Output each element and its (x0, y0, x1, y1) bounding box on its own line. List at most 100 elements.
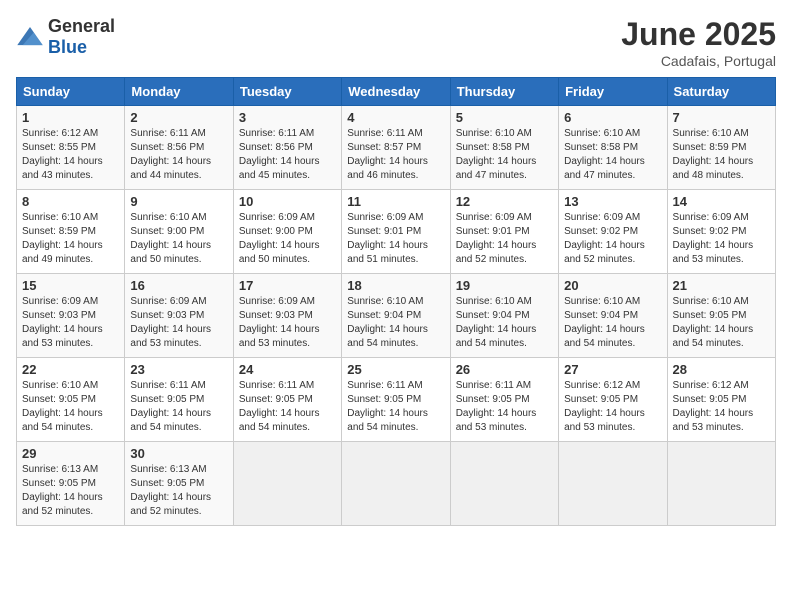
day-number: 10 (239, 194, 336, 209)
calendar-cell: 3 Sunrise: 6:11 AM Sunset: 8:56 PM Dayli… (233, 106, 341, 190)
calendar-cell: 28 Sunrise: 6:12 AM Sunset: 9:05 PM Dayl… (667, 358, 775, 442)
weekday-header-saturday: Saturday (667, 78, 775, 106)
day-number: 2 (130, 110, 227, 125)
logo: General Blue (16, 16, 115, 58)
calendar-cell (233, 442, 341, 526)
page-header: General Blue June 2025 Cadafais, Portuga… (16, 16, 776, 69)
day-number: 22 (22, 362, 119, 377)
day-info: Sunrise: 6:12 AM Sunset: 9:05 PM Dayligh… (673, 379, 770, 435)
day-number: 4 (347, 110, 444, 125)
calendar-cell: 12 Sunrise: 6:09 AM Sunset: 9:01 PM Dayl… (450, 190, 558, 274)
day-number: 13 (564, 194, 661, 209)
calendar-cell: 14 Sunrise: 6:09 AM Sunset: 9:02 PM Dayl… (667, 190, 775, 274)
day-info: Sunrise: 6:09 AM Sunset: 9:03 PM Dayligh… (130, 295, 227, 351)
day-number: 17 (239, 278, 336, 293)
calendar-cell: 9 Sunrise: 6:10 AM Sunset: 9:00 PM Dayli… (125, 190, 233, 274)
day-number: 1 (22, 110, 119, 125)
calendar-cell: 23 Sunrise: 6:11 AM Sunset: 9:05 PM Dayl… (125, 358, 233, 442)
day-info: Sunrise: 6:10 AM Sunset: 9:05 PM Dayligh… (22, 379, 119, 435)
calendar-cell (450, 442, 558, 526)
calendar-cell (342, 442, 450, 526)
calendar-cell: 21 Sunrise: 6:10 AM Sunset: 9:05 PM Dayl… (667, 274, 775, 358)
day-number: 3 (239, 110, 336, 125)
month-title: June 2025 (621, 16, 776, 53)
day-info: Sunrise: 6:11 AM Sunset: 9:05 PM Dayligh… (347, 379, 444, 435)
calendar-cell: 2 Sunrise: 6:11 AM Sunset: 8:56 PM Dayli… (125, 106, 233, 190)
calendar-cell: 16 Sunrise: 6:09 AM Sunset: 9:03 PM Dayl… (125, 274, 233, 358)
calendar-week-row: 22 Sunrise: 6:10 AM Sunset: 9:05 PM Dayl… (17, 358, 776, 442)
calendar-cell: 7 Sunrise: 6:10 AM Sunset: 8:59 PM Dayli… (667, 106, 775, 190)
day-number: 24 (239, 362, 336, 377)
day-number: 8 (22, 194, 119, 209)
day-number: 23 (130, 362, 227, 377)
calendar-cell: 8 Sunrise: 6:10 AM Sunset: 8:59 PM Dayli… (17, 190, 125, 274)
title-area: June 2025 Cadafais, Portugal (621, 16, 776, 69)
day-info: Sunrise: 6:11 AM Sunset: 8:57 PM Dayligh… (347, 127, 444, 183)
weekday-header-sunday: Sunday (17, 78, 125, 106)
calendar-cell: 13 Sunrise: 6:09 AM Sunset: 9:02 PM Dayl… (559, 190, 667, 274)
calendar-week-row: 1 Sunrise: 6:12 AM Sunset: 8:55 PM Dayli… (17, 106, 776, 190)
day-number: 19 (456, 278, 553, 293)
calendar-cell (667, 442, 775, 526)
weekday-header-monday: Monday (125, 78, 233, 106)
day-number: 18 (347, 278, 444, 293)
day-info: Sunrise: 6:10 AM Sunset: 9:04 PM Dayligh… (456, 295, 553, 351)
calendar-cell: 20 Sunrise: 6:10 AM Sunset: 9:04 PM Dayl… (559, 274, 667, 358)
logo-icon (16, 27, 44, 47)
calendar-cell: 17 Sunrise: 6:09 AM Sunset: 9:03 PM Dayl… (233, 274, 341, 358)
calendar-table: SundayMondayTuesdayWednesdayThursdayFrid… (16, 77, 776, 526)
day-info: Sunrise: 6:10 AM Sunset: 8:58 PM Dayligh… (564, 127, 661, 183)
day-number: 12 (456, 194, 553, 209)
day-number: 21 (673, 278, 770, 293)
logo-blue: Blue (48, 37, 87, 57)
day-info: Sunrise: 6:12 AM Sunset: 9:05 PM Dayligh… (564, 379, 661, 435)
day-info: Sunrise: 6:10 AM Sunset: 9:04 PM Dayligh… (347, 295, 444, 351)
location-title: Cadafais, Portugal (621, 53, 776, 69)
calendar-cell: 1 Sunrise: 6:12 AM Sunset: 8:55 PM Dayli… (17, 106, 125, 190)
day-number: 16 (130, 278, 227, 293)
day-info: Sunrise: 6:11 AM Sunset: 9:05 PM Dayligh… (130, 379, 227, 435)
calendar-cell: 25 Sunrise: 6:11 AM Sunset: 9:05 PM Dayl… (342, 358, 450, 442)
weekday-header-row: SundayMondayTuesdayWednesdayThursdayFrid… (17, 78, 776, 106)
calendar-week-row: 8 Sunrise: 6:10 AM Sunset: 8:59 PM Dayli… (17, 190, 776, 274)
day-number: 11 (347, 194, 444, 209)
weekday-header-friday: Friday (559, 78, 667, 106)
calendar-cell: 10 Sunrise: 6:09 AM Sunset: 9:00 PM Dayl… (233, 190, 341, 274)
day-info: Sunrise: 6:11 AM Sunset: 8:56 PM Dayligh… (130, 127, 227, 183)
day-number: 28 (673, 362, 770, 377)
calendar-cell: 4 Sunrise: 6:11 AM Sunset: 8:57 PM Dayli… (342, 106, 450, 190)
day-info: Sunrise: 6:09 AM Sunset: 9:03 PM Dayligh… (22, 295, 119, 351)
day-info: Sunrise: 6:11 AM Sunset: 9:05 PM Dayligh… (456, 379, 553, 435)
day-number: 15 (22, 278, 119, 293)
day-info: Sunrise: 6:09 AM Sunset: 9:03 PM Dayligh… (239, 295, 336, 351)
calendar-week-row: 15 Sunrise: 6:09 AM Sunset: 9:03 PM Dayl… (17, 274, 776, 358)
calendar-cell: 19 Sunrise: 6:10 AM Sunset: 9:04 PM Dayl… (450, 274, 558, 358)
day-number: 6 (564, 110, 661, 125)
weekday-header-tuesday: Tuesday (233, 78, 341, 106)
day-info: Sunrise: 6:12 AM Sunset: 8:55 PM Dayligh… (22, 127, 119, 183)
day-number: 26 (456, 362, 553, 377)
day-number: 30 (130, 446, 227, 461)
day-info: Sunrise: 6:09 AM Sunset: 9:02 PM Dayligh… (673, 211, 770, 267)
calendar-cell: 30 Sunrise: 6:13 AM Sunset: 9:05 PM Dayl… (125, 442, 233, 526)
weekday-header-wednesday: Wednesday (342, 78, 450, 106)
day-info: Sunrise: 6:10 AM Sunset: 8:59 PM Dayligh… (673, 127, 770, 183)
day-number: 7 (673, 110, 770, 125)
calendar-cell: 6 Sunrise: 6:10 AM Sunset: 8:58 PM Dayli… (559, 106, 667, 190)
day-info: Sunrise: 6:13 AM Sunset: 9:05 PM Dayligh… (22, 463, 119, 519)
calendar-cell: 15 Sunrise: 6:09 AM Sunset: 9:03 PM Dayl… (17, 274, 125, 358)
day-info: Sunrise: 6:10 AM Sunset: 9:00 PM Dayligh… (130, 211, 227, 267)
day-number: 25 (347, 362, 444, 377)
day-number: 9 (130, 194, 227, 209)
day-number: 5 (456, 110, 553, 125)
day-info: Sunrise: 6:11 AM Sunset: 8:56 PM Dayligh… (239, 127, 336, 183)
calendar-cell (559, 442, 667, 526)
day-info: Sunrise: 6:09 AM Sunset: 9:02 PM Dayligh… (564, 211, 661, 267)
calendar-cell: 5 Sunrise: 6:10 AM Sunset: 8:58 PM Dayli… (450, 106, 558, 190)
calendar-cell: 18 Sunrise: 6:10 AM Sunset: 9:04 PM Dayl… (342, 274, 450, 358)
day-info: Sunrise: 6:10 AM Sunset: 9:05 PM Dayligh… (673, 295, 770, 351)
day-info: Sunrise: 6:10 AM Sunset: 8:58 PM Dayligh… (456, 127, 553, 183)
calendar-cell: 26 Sunrise: 6:11 AM Sunset: 9:05 PM Dayl… (450, 358, 558, 442)
calendar-cell: 11 Sunrise: 6:09 AM Sunset: 9:01 PM Dayl… (342, 190, 450, 274)
calendar-week-row: 29 Sunrise: 6:13 AM Sunset: 9:05 PM Dayl… (17, 442, 776, 526)
